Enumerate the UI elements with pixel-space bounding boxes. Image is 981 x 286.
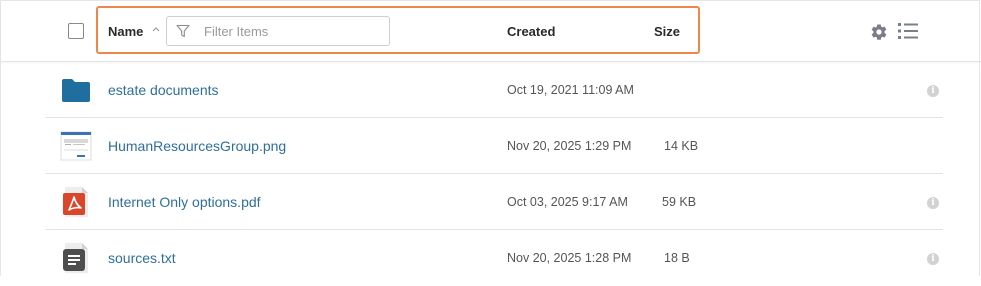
column-header-name[interactable]: Name xyxy=(108,24,143,39)
item-name-link[interactable]: Internet Only options.pdf xyxy=(108,194,261,210)
filter-field[interactable] xyxy=(166,16,390,46)
list-item[interactable]: HumanResourcesGroup.png Nov 20, 2025 1:2… xyxy=(45,118,943,174)
filter-input[interactable] xyxy=(204,21,384,41)
gear-icon[interactable] xyxy=(870,23,888,41)
info-icon[interactable]: i xyxy=(927,85,939,97)
chevron-up-icon[interactable] xyxy=(151,24,161,36)
item-name-link[interactable]: estate documents xyxy=(108,82,219,98)
folder-icon xyxy=(62,79,90,102)
image-thumbnail-icon xyxy=(60,131,92,161)
info-icon[interactable]: i xyxy=(927,197,939,209)
item-created: Nov 20, 2025 1:28 PM xyxy=(507,251,632,265)
item-name-link[interactable]: HumanResourcesGroup.png xyxy=(108,138,286,154)
item-size: 18 B xyxy=(664,251,690,265)
item-size: 59 KB xyxy=(662,195,697,209)
filter-funnel-icon xyxy=(176,24,190,38)
item-size: 14 KB xyxy=(664,139,699,153)
select-all-checkbox[interactable] xyxy=(68,23,84,39)
list-view-icon[interactable] xyxy=(897,21,919,41)
file-browser: Name Created Size estate docume xyxy=(0,0,981,276)
item-name-link[interactable]: sources.txt xyxy=(108,250,176,266)
list-item[interactable]: Internet Only options.pdf Oct 03, 2025 9… xyxy=(45,174,943,230)
item-created: Nov 20, 2025 1:29 PM xyxy=(507,139,632,153)
info-icon[interactable]: i xyxy=(927,253,939,265)
pdf-file-icon xyxy=(63,187,88,217)
list-item[interactable]: sources.txt Nov 20, 2025 1:28 PM 18 B i xyxy=(45,230,943,286)
list-header: Name Created Size xyxy=(1,1,981,62)
item-created: Oct 19, 2021 11:09 AM xyxy=(507,83,634,97)
column-header-size[interactable]: Size xyxy=(654,24,680,39)
list-item[interactable]: estate documents Oct 19, 2021 11:09 AM i xyxy=(45,62,943,118)
column-header-created[interactable]: Created xyxy=(507,24,555,39)
item-created: Oct 03, 2025 9:17 AM xyxy=(507,195,628,209)
text-file-icon xyxy=(63,243,88,273)
